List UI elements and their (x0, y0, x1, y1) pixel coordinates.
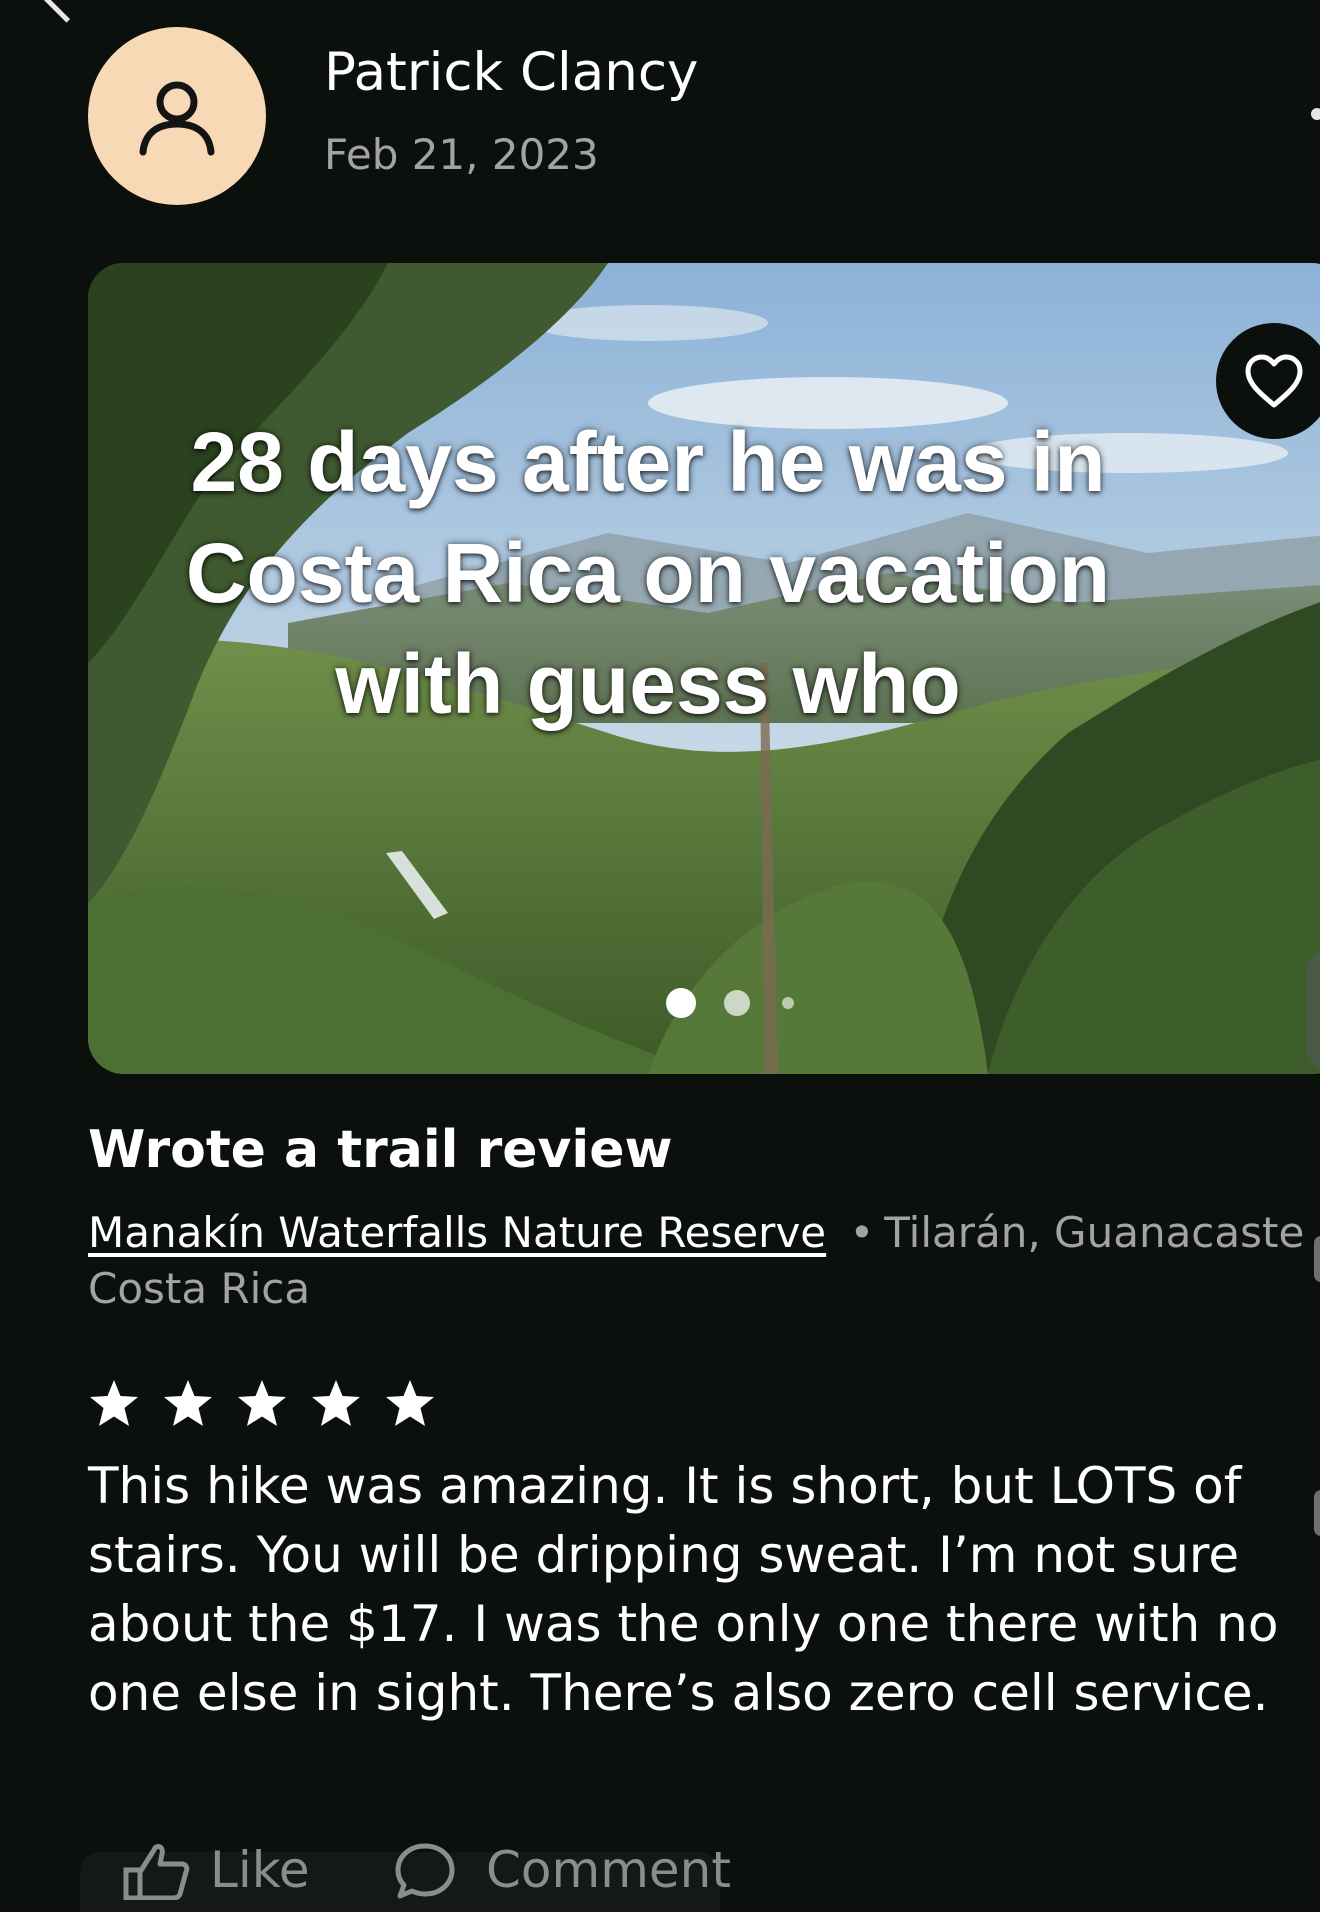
carousel-dot-active[interactable] (666, 988, 696, 1018)
review-line: one else in sight. There’s also zero cel… (88, 1664, 1269, 1722)
star-icon (312, 1380, 360, 1426)
star-rating (88, 1378, 436, 1428)
comment-button[interactable]: Comment (392, 1840, 731, 1900)
star-icon (164, 1380, 212, 1426)
favorite-button[interactable] (1216, 323, 1320, 439)
caption-line: Costa Rica on vacation (185, 526, 1111, 620)
comment-label: Comment (486, 1841, 731, 1899)
thumbs-up-icon (123, 1844, 190, 1900)
avatar[interactable] (88, 27, 266, 205)
comment-bubble-icon (395, 1843, 455, 1899)
edge-fragment (1306, 950, 1320, 1070)
star-icon (238, 1380, 286, 1426)
photo-carousel[interactable]: 28 days after he was in Costa Rica on va… (88, 263, 1320, 1074)
back-chevron-icon[interactable] (40, 0, 93, 23)
star-icon (386, 1380, 434, 1426)
edge-fragment (1314, 1236, 1320, 1282)
carousel-dot[interactable] (724, 990, 750, 1016)
trail-location: Manakín Waterfalls Nature Reserve • Tilar… (88, 1208, 1304, 1257)
person-outline-icon (139, 81, 215, 156)
edge-fragment (1314, 1490, 1320, 1536)
like-button[interactable]: Like (120, 1840, 310, 1900)
caption-line: 28 days after he was in (190, 415, 1106, 509)
post-date: Feb 21, 2023 (324, 130, 599, 179)
caption-line: with guess who (335, 637, 961, 731)
carousel-dot[interactable] (782, 997, 794, 1009)
trail-name-link[interactable]: Manakín Waterfalls Nature Reserve (88, 1208, 826, 1257)
review-line: about the $17. I was the only one there … (88, 1595, 1279, 1653)
location-separator: • (849, 1208, 875, 1257)
story-caption: 28 days after he was in Costa Rica on va… (128, 407, 1168, 740)
trail-country: Costa Rica (88, 1264, 311, 1313)
author-name[interactable]: Patrick Clancy (324, 42, 698, 103)
activity-title: Wrote a trail review (88, 1120, 673, 1180)
carousel-indicator[interactable] (666, 988, 794, 1018)
heart-outline-icon (1245, 354, 1303, 408)
review-line: stairs. You will be dripping sweat. I’m … (88, 1526, 1240, 1584)
like-label: Like (210, 1841, 310, 1899)
star-icon (90, 1380, 138, 1426)
trail-region: Tilarán, Guanacaste (884, 1208, 1305, 1257)
more-options-icon[interactable] (1311, 108, 1320, 120)
review-text: This hike was amazing. It is short, but … (88, 1452, 1308, 1728)
review-line: This hike was amazing. It is short, but … (88, 1457, 1242, 1515)
